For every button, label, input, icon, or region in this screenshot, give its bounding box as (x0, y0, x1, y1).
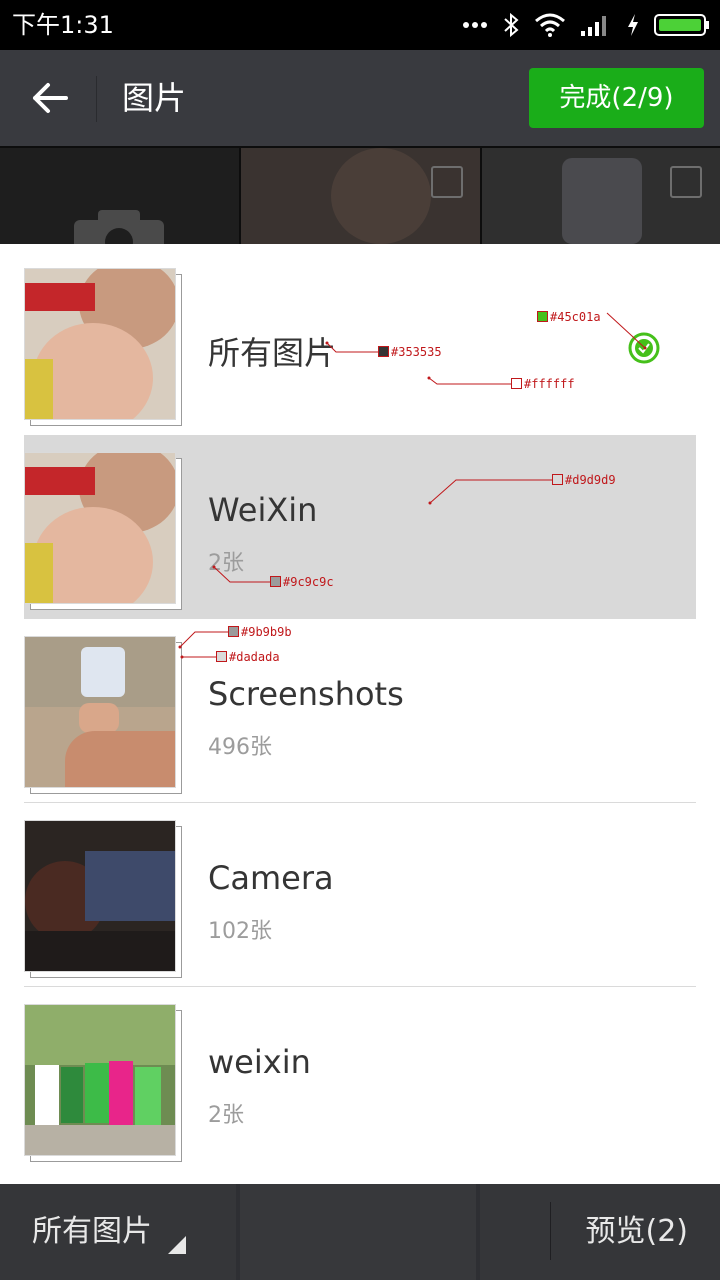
status-time: 下午1:31 (12, 11, 114, 39)
album-row-weixin-lower[interactable]: weixin 2张 (24, 987, 696, 1171)
signal-icon (581, 16, 606, 36)
album-name: Screenshots (208, 675, 404, 713)
album-thumbnail (24, 268, 182, 426)
color-swatch (552, 474, 563, 485)
album-thumbnail (24, 1004, 182, 1162)
annotation-thumb-inner-color: #dadada (216, 650, 280, 664)
annotation-selected-bg-color: #d9d9d9 (552, 473, 616, 487)
dropdown-triangle-icon (168, 1236, 186, 1254)
album-count: 496张 (208, 735, 272, 760)
album-list-panel: 所有图片 WeiXin 2张 Screenshots 496张 Camera 1… (0, 244, 720, 1184)
bottom-bar: 所有图片 预览(2) (0, 1184, 720, 1280)
selected-check-icon (628, 332, 660, 364)
album-row-weixin[interactable]: WeiXin 2张 (24, 435, 696, 619)
back-arrow-icon (33, 83, 68, 113)
bluetooth-icon (504, 12, 519, 38)
page-title: 图片 (122, 79, 187, 117)
charging-icon (628, 14, 638, 36)
album-name: WeiXin (208, 491, 318, 529)
annotation-count-color: #9c9c9c (270, 575, 334, 589)
color-swatch (216, 651, 227, 662)
grid-checkbox (431, 166, 463, 198)
annotation-check-color: #45c01a (537, 310, 601, 324)
color-swatch (378, 346, 389, 357)
title-bar: 图片 完成(2/9) (0, 50, 720, 146)
album-thumbnail (24, 452, 182, 610)
annotation-name-color: #353535 (378, 345, 442, 359)
back-button[interactable] (24, 72, 76, 124)
color-swatch (270, 576, 281, 587)
grid-photo (482, 148, 720, 244)
preview-button[interactable]: 预览(2) (586, 1210, 689, 1254)
album-row-all[interactable]: 所有图片 (24, 244, 696, 428)
color-swatch (511, 378, 522, 389)
status-bar: 下午1:31 (0, 0, 720, 50)
wifi-icon (535, 13, 565, 37)
annotation-thumb-outer-color: #9b9b9b (228, 625, 292, 639)
bottom-divider (550, 1202, 551, 1260)
done-button[interactable]: 完成(2/9) (529, 68, 704, 128)
more-dots-icon (463, 22, 487, 28)
battery-icon (654, 14, 709, 36)
camera-icon (74, 210, 164, 244)
album-row-screenshots[interactable]: Screenshots 496张 (24, 619, 696, 803)
album-count: 102张 (208, 919, 272, 944)
album-thumbnail (24, 820, 182, 978)
annotation-bg-color: #ffffff (511, 377, 575, 391)
album-name: 所有图片 (208, 334, 337, 372)
camera-cell (0, 148, 239, 244)
album-name: weixin (208, 1043, 311, 1081)
grid-checkbox (670, 166, 702, 198)
status-icons (462, 10, 710, 40)
album-count: 2张 (208, 551, 244, 576)
album-name: Camera (208, 859, 334, 897)
album-row-camera[interactable]: Camera 102张 (24, 803, 696, 987)
color-swatch (537, 311, 548, 322)
grid-photo (241, 148, 480, 244)
album-thumbnail (24, 636, 182, 794)
album-count: 2张 (208, 1103, 244, 1128)
color-swatch (228, 626, 239, 637)
photo-grid-background (0, 146, 720, 244)
album-selector-button[interactable]: 所有图片 (32, 1210, 152, 1254)
header-divider (96, 76, 97, 122)
